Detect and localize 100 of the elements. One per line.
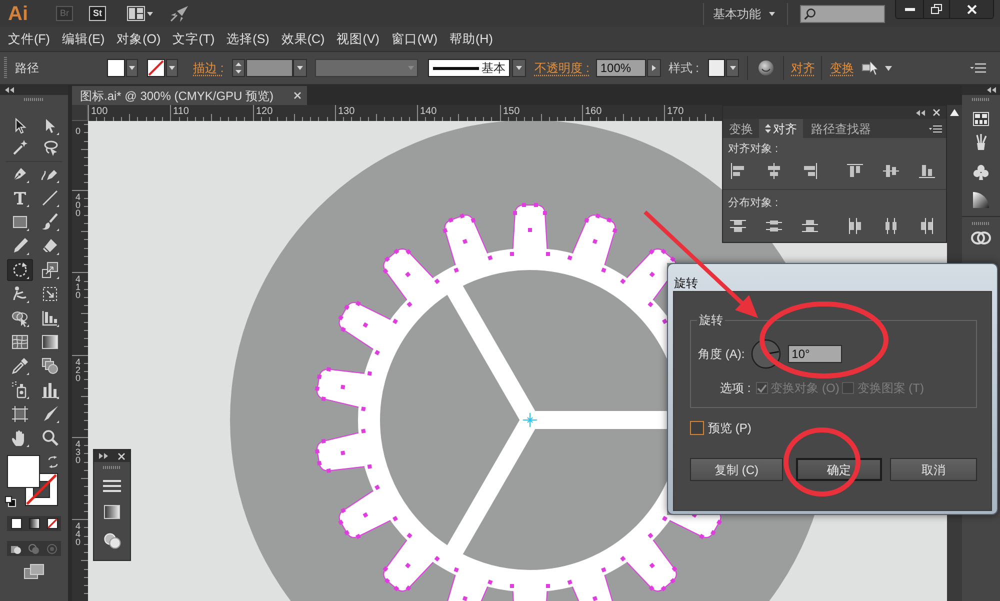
search-field[interactable] [800,4,885,22]
caret-icon[interactable] [885,66,892,70]
swap-arrows-icon[interactable] [47,456,59,468]
ruler-label: 420 [74,358,82,382]
menu-item[interactable]: 文件(F) [8,30,50,48]
expand-icon[interactable] [99,453,108,459]
distribute-left-icon[interactable] [847,218,863,234]
type-t-icon [11,189,29,207]
menu-item[interactable]: 文字(T) [172,30,215,48]
stroke-link[interactable]: 描边 : [193,59,224,77]
close-button[interactable] [950,0,993,18]
opacity-link[interactable]: 不透明度 : [534,59,590,77]
checkbox-label[interactable]: 预览 (P) [708,419,752,437]
gradient-square-icon[interactable] [104,505,120,519]
brush-select[interactable]: 基本 [428,59,510,77]
rotate-tool[interactable] [7,259,33,281]
ruler-label: 0 [74,127,82,135]
angle-dial-icon[interactable] [750,339,781,369]
stroke-weight-field[interactable] [246,59,293,77]
dropdown-button[interactable] [126,59,138,77]
distribute-bottom-icon[interactable] [802,218,818,234]
gradient-fill-icon[interactable] [28,518,40,529]
default-colors-icon[interactable] [5,496,16,507]
dialog-button[interactable]: 确定 [796,458,882,481]
magic-wand-icon [11,139,29,157]
dropdown-button[interactable] [726,59,740,77]
dropdown-button[interactable] [166,59,178,77]
stepper-icon[interactable] [232,59,245,77]
minimize-button[interactable] [896,0,924,18]
grip-icon[interactable] [972,98,990,100]
club-icon[interactable] [973,164,989,180]
panel-menu-icon[interactable] [970,63,986,73]
fill-swatch[interactable] [7,455,40,488]
angle-field[interactable]: 10° [788,345,842,363]
eraser-icon [41,237,59,255]
minimize-icon [904,8,914,10]
color-fill-icon[interactable] [10,518,22,529]
no-fill-icon[interactable] [46,518,58,529]
align-link[interactable]: 对齐 [791,59,816,77]
rocket-icon[interactable] [170,6,188,22]
fill-swatch[interactable] [107,59,125,77]
restore-button[interactable] [924,0,950,18]
close-icon[interactable] [118,452,125,460]
app-button[interactable]: St [89,6,106,21]
draw-behind-icon[interactable] [28,542,40,554]
menu-item[interactable]: 窗口(W) [391,30,438,48]
dropdown-button[interactable] [292,59,307,77]
isolate-pointer-icon[interactable] [862,60,880,76]
align-right-icon[interactable] [802,163,818,179]
align-left-icon[interactable] [730,163,746,179]
panel-tab[interactable]: 对齐 [759,119,803,138]
grip-icon[interactable] [972,222,990,225]
grip-icon[interactable] [103,466,121,469]
collapse-icon[interactable] [987,87,996,93]
document-tab[interactable]: 图标.ai* @ 300% (CMYK/GPU 预览) [72,86,307,105]
align-vertical-center-icon[interactable] [883,163,899,179]
brush-cup-icon[interactable] [974,133,988,150]
caret-icon [516,66,522,70]
transform-link[interactable]: 变换 [830,59,854,77]
menu-item[interactable]: 编辑(E) [62,30,105,48]
panel-tab[interactable]: 变换 [723,119,759,138]
stroke-swatch[interactable] [147,59,165,77]
collapse-icon[interactable] [5,87,14,93]
align-bottom-icon[interactable] [919,163,935,179]
panel-tab[interactable]: 路径查找器 [805,119,877,138]
menu-item[interactable]: 对象(O) [116,30,161,48]
stroke-lines-icon[interactable] [103,479,121,493]
grip-icon[interactable] [4,57,7,79]
grip-icon[interactable] [24,98,44,100]
layout-grid-icon[interactable] [127,6,153,21]
align-top-icon[interactable] [847,163,863,179]
close-icon[interactable] [933,109,940,116]
close-icon[interactable] [294,92,301,99]
distribute-top-icon[interactable] [730,218,746,234]
sphere-icon[interactable] [758,60,774,76]
dialog-button[interactable]: 取消 [890,458,977,481]
opacity-field[interactable]: 100% [596,59,646,77]
distribute-right-icon[interactable] [919,218,935,234]
screen-mode-icon[interactable] [24,564,44,579]
ruler-label: 410 [74,275,82,299]
swatch-grid-icon[interactable] [973,112,989,126]
style-swatch[interactable] [708,59,726,77]
workspace-menu[interactable]: 基本功能 [713,4,775,22]
menu-item[interactable]: 帮助(H) [450,30,493,48]
panel-menu-icon[interactable] [929,124,942,132]
overlapping-circles-icon[interactable] [104,533,120,549]
distribute-vertical-center-icon[interactable] [766,218,782,234]
align-horizontal-center-icon[interactable] [766,163,782,179]
collapse-icon[interactable] [916,110,925,116]
arrow-button[interactable] [647,59,662,77]
menu-item[interactable]: 视图(V) [336,30,380,48]
distribute-horizontal-center-icon[interactable] [883,218,899,234]
quarter-gradient-icon[interactable] [973,192,989,208]
menu-item[interactable]: 效果(C) [281,30,325,48]
scroll-up-icon[interactable] [950,109,959,116]
dropdown-button[interactable] [512,59,526,77]
dialog-button[interactable]: 复制 (C) [690,458,783,481]
menu-item[interactable]: 选择(S) [226,30,270,48]
style-label: 样式 : [668,60,700,77]
linked-rings-icon[interactable] [971,231,991,245]
